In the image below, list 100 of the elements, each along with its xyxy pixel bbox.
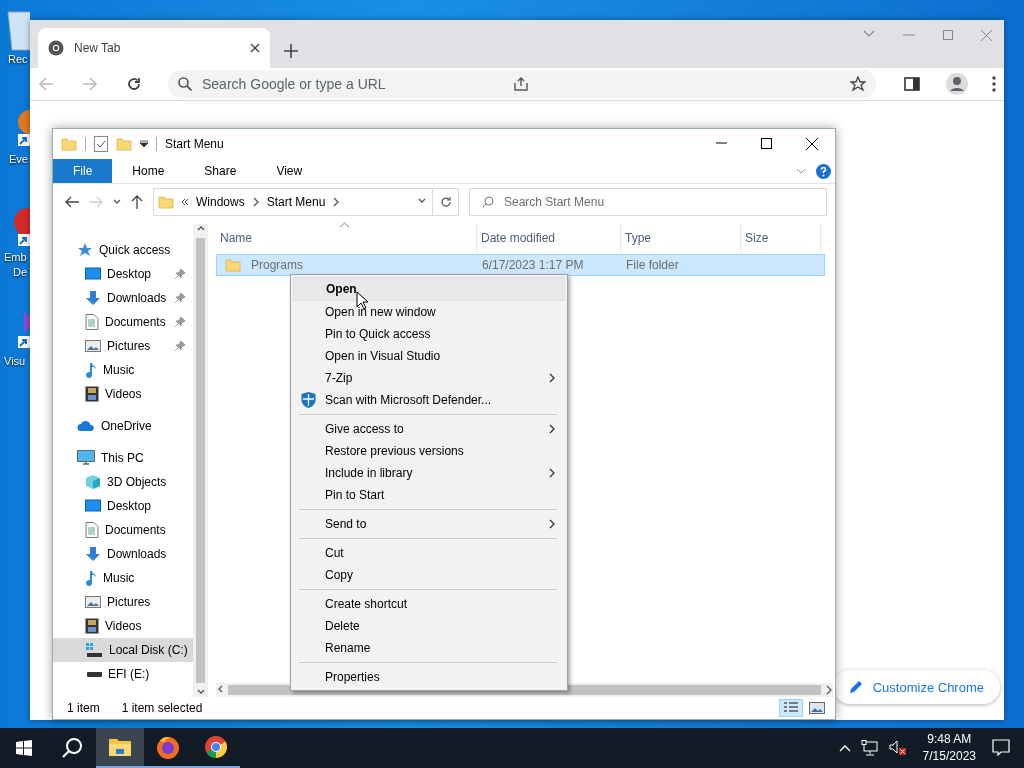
refresh-button[interactable] <box>433 188 459 216</box>
picture-icon <box>85 339 101 353</box>
menu-item[interactable]: Pin to Start <box>293 484 565 506</box>
folder-icon <box>61 137 77 151</box>
search-field[interactable]: Search Start Menu <box>469 188 827 216</box>
navigation-item[interactable]: Desktop <box>53 494 193 518</box>
column-header[interactable]: Type <box>621 224 741 252</box>
navigation-item[interactable]: Quick access <box>53 238 193 262</box>
notification-icon[interactable] <box>992 739 1010 757</box>
navigation-item[interactable]: EFI (E:) <box>53 662 193 686</box>
desktop-icon-label: Visu <box>4 354 26 369</box>
music-note-icon <box>85 362 97 378</box>
clock-date[interactable]: 7/15/2023 <box>922 748 976 765</box>
desktop-icon-label: De <box>13 265 28 280</box>
pin-icon <box>175 269 185 279</box>
navigation-item[interactable]: Videos <box>53 614 193 638</box>
menu-item[interactable]: Rename <box>293 637 565 659</box>
star-icon <box>77 242 93 258</box>
desktop-icon-label: Emb <box>4 250 27 265</box>
folder-icon <box>158 195 174 209</box>
new-tab-icon[interactable] <box>284 44 298 58</box>
profile-icon[interactable] <box>946 73 968 95</box>
browser-tab[interactable]: New Tab <box>38 28 270 68</box>
navigation-item[interactable]: Documents <box>53 518 193 542</box>
navigation-item[interactable]: Pictures <box>53 334 193 358</box>
ribbon-tab[interactable]: Home <box>112 159 185 183</box>
file-row[interactable]: Programs 6/17/2023 1:17 PM File folder <box>216 254 825 276</box>
monitor-icon <box>85 267 101 281</box>
properties-icon[interactable] <box>94 136 108 152</box>
scroll-right-icon <box>825 685 833 695</box>
taskbar-app[interactable] <box>96 728 144 768</box>
share-icon[interactable] <box>513 76 529 92</box>
reload-icon[interactable] <box>126 76 142 92</box>
navigation-item[interactable]: Music <box>53 566 193 590</box>
breadcrumb-item[interactable]: Start Menu <box>266 195 326 209</box>
scroll-left-icon <box>216 685 224 695</box>
star-icon[interactable] <box>850 76 866 92</box>
menu-item[interactable]: Delete <box>293 615 565 637</box>
column-header[interactable]: Name <box>216 224 477 252</box>
navigation-item[interactable]: 3D Objects <box>53 470 193 494</box>
view-button[interactable] <box>779 699 803 717</box>
menu-item[interactable]: Copy <box>293 564 565 586</box>
folder-icon <box>108 737 132 757</box>
navigation-item[interactable]: Downloads <box>53 286 193 310</box>
menu-item[interactable]: Open in Visual Studio <box>293 345 565 367</box>
scrollbar[interactable] <box>193 224 208 697</box>
navigation-item[interactable]: Local Disk (C:) <box>53 638 193 662</box>
navigation-item[interactable]: Downloads <box>53 542 193 566</box>
shield-icon <box>301 392 316 408</box>
chevron-down-icon[interactable] <box>796 168 806 174</box>
menu-item[interactable]: Give access to <box>293 418 565 440</box>
more-menu-icon[interactable] <box>992 76 996 92</box>
refresh-icon <box>439 196 452 208</box>
column-header[interactable]: Size <box>741 224 821 252</box>
back-arrow-icon[interactable] <box>65 196 79 208</box>
desktop-icon-label: Rec <box>8 52 28 67</box>
menu-item[interactable]: Restore previous versions <box>293 440 565 462</box>
clock-time[interactable]: 9:48 AM <box>927 731 972 748</box>
double-chevron-icon <box>181 198 189 206</box>
navigation-item[interactable]: Music <box>53 358 193 382</box>
column-header[interactable]: Date modified <box>477 224 621 252</box>
navigation-item[interactable]: Desktop <box>53 262 193 286</box>
menu-item[interactable]: Open in new window <box>293 301 565 323</box>
breadcrumb-item[interactable]: Windows <box>196 195 245 209</box>
menu-item[interactable]: Create shortcut <box>293 593 565 615</box>
chevron-down-icon[interactable] <box>863 30 875 38</box>
menu-item[interactable]: Pin to Quick access <box>293 323 565 345</box>
chevron-right-icon <box>251 197 260 207</box>
document-icon <box>85 522 99 538</box>
menu-item[interactable]: Properties <box>293 666 565 688</box>
network-icon[interactable] <box>860 740 879 756</box>
recycle-bin-icon[interactable] <box>4 8 30 52</box>
up-arrow-icon[interactable] <box>131 195 143 209</box>
chevron-right-icon <box>332 197 341 207</box>
menu-item[interactable]: Include in library <box>293 462 565 484</box>
address-bar[interactable]: Windows Start Menu <box>153 188 433 216</box>
navigation-item[interactable]: This PC <box>53 446 193 470</box>
navigation-item[interactable]: Pictures <box>53 590 193 614</box>
menu-item[interactable]: Open <box>293 277 565 301</box>
close-icon[interactable] <box>250 43 260 53</box>
address-bar[interactable]: Search Google or type a URL <box>168 70 876 98</box>
menu-item[interactable]: Cut <box>293 542 565 564</box>
muted-speaker-icon[interactable] <box>888 740 907 756</box>
ribbon-tab[interactable]: Share <box>184 159 257 183</box>
menu-item[interactable]: Send to <box>293 513 565 535</box>
picture-icon <box>809 701 825 715</box>
menu-item[interactable]: Scan with Microsoft Defender... <box>293 389 565 411</box>
pencil-icon <box>848 680 863 694</box>
navigation-item[interactable]: Videos <box>53 382 193 406</box>
ribbon-tab[interactable]: View <box>256 159 323 183</box>
chevron-up-icon[interactable] <box>838 744 851 752</box>
help-icon[interactable] <box>816 163 831 179</box>
dropdown-icon[interactable] <box>140 140 148 148</box>
ribbon-tab[interactable]: File <box>53 159 113 183</box>
menu-item[interactable]: 7-Zip <box>293 367 565 389</box>
cloud-icon <box>77 420 95 432</box>
pin-icon <box>175 341 185 351</box>
navigation-item[interactable]: Documents <box>53 310 193 334</box>
side-panel-icon[interactable] <box>904 77 920 91</box>
navigation-item[interactable]: OneDrive <box>53 414 193 438</box>
